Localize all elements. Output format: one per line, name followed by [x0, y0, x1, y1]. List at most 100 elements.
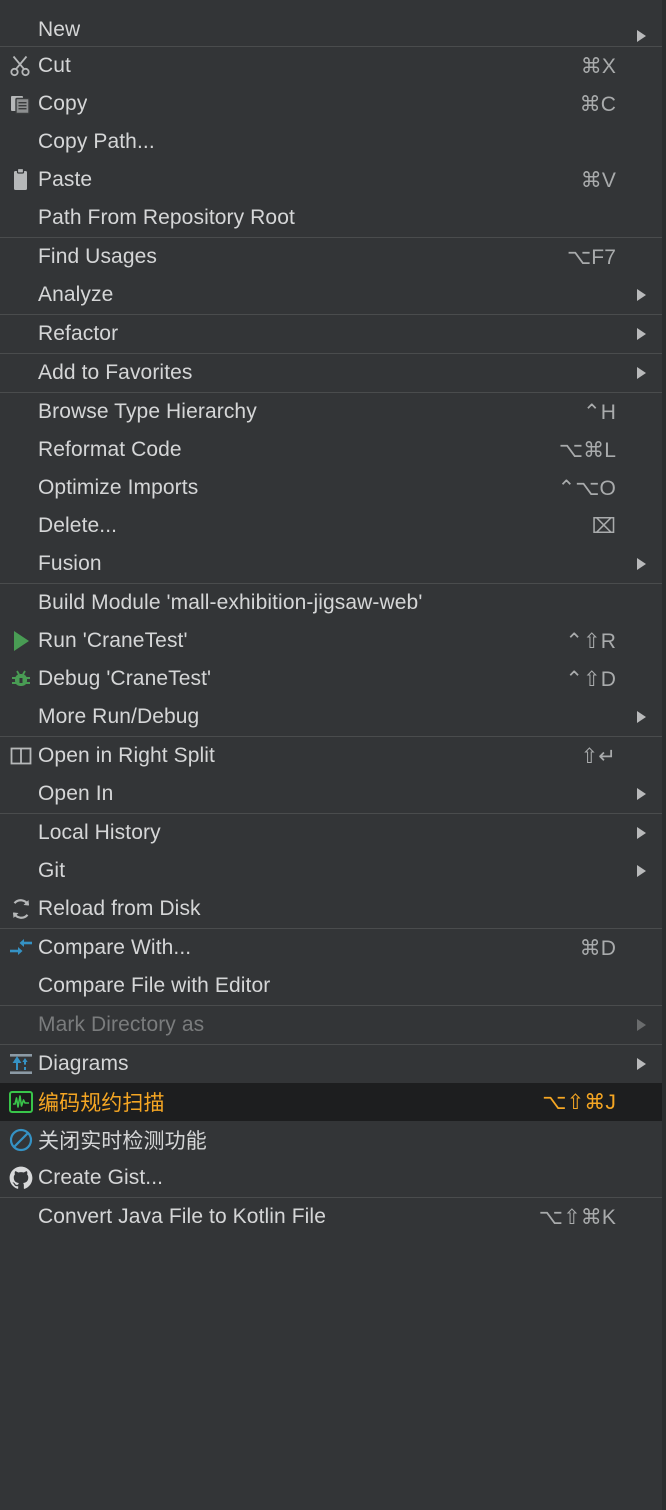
no-icon	[4, 397, 38, 427]
github-icon	[4, 1163, 38, 1193]
menu-item-copy-path[interactable]: Copy Path...	[0, 123, 662, 161]
menu-item-label: New	[38, 18, 81, 41]
menu-item-label: Diagrams	[38, 1052, 129, 1075]
menu-item-label: Open in Right Split	[38, 744, 215, 767]
menu-item-label: Open In	[38, 782, 114, 805]
menu-item-create-gist[interactable]: Create Gist...	[0, 1159, 662, 1197]
menu-item-label: Browse Type Hierarchy	[38, 400, 257, 423]
menu-item-shortcut: ⌥⇧⌘J	[542, 1090, 616, 1114]
menu-item-git[interactable]: Git	[0, 852, 662, 890]
no-icon	[4, 473, 38, 503]
menu-item-shortcut: ⌥⌘L	[558, 438, 616, 462]
no-icon	[4, 127, 38, 157]
no-icon	[4, 856, 38, 886]
submenu-arrow-icon	[634, 865, 648, 877]
menu-item-label: Convert Java File to Kotlin File	[38, 1205, 326, 1228]
no-icon	[4, 319, 38, 349]
submenu-arrow-icon	[634, 367, 648, 379]
menu-item-find-usages[interactable]: Find Usages ⌥F7	[0, 238, 662, 276]
menu-item-debug-cranetest[interactable]: Debug 'CraneTest' ⌃⇧D	[0, 660, 662, 698]
menu-item-shortcut: ⌃⇧D	[565, 667, 616, 691]
submenu-arrow-icon	[634, 711, 648, 723]
menu-item-convert-java-to-kotlin[interactable]: Convert Java File to Kotlin File ⌥⇧⌘K	[0, 1198, 662, 1236]
menu-item-delete[interactable]: Delete... ⌧	[0, 507, 662, 545]
menu-item-build-module[interactable]: Build Module 'mall-exhibition-jigsaw-web…	[0, 584, 662, 622]
menu-group-group-refactor: Refactor	[0, 315, 662, 353]
run-icon	[4, 626, 38, 656]
menu-item-label: Debug 'CraneTest'	[38, 667, 212, 690]
menu-item-label: Fusion	[38, 552, 102, 575]
menu-item-copy[interactable]: Copy ⌘C	[0, 85, 662, 123]
menu-item-label: Add to Favorites	[38, 361, 193, 384]
menu-item-fusion[interactable]: Fusion	[0, 545, 662, 583]
menu-item-code-convention-scan[interactable]: 编码规约扫描 ⌥⇧⌘J	[0, 1083, 662, 1121]
menu-item-mark-directory-as: Mark Directory as	[0, 1006, 662, 1044]
no-icon	[4, 280, 38, 310]
debug-icon	[4, 664, 38, 694]
menu-item-label: Refactor	[38, 322, 119, 345]
menu-item-label: Reformat Code	[38, 438, 182, 461]
compare-icon	[4, 933, 38, 963]
menu-group-group-mark: Mark Directory as	[0, 1006, 662, 1044]
menu-item-label: 编码规约扫描	[38, 1092, 165, 1115]
no-icon	[4, 818, 38, 848]
no-icon	[4, 203, 38, 233]
menu-item-label: Compare File with Editor	[38, 974, 271, 997]
menu-item-shortcut: ⌃H	[583, 400, 616, 424]
block-icon	[4, 1125, 38, 1155]
context-menu[interactable]: New Cut ⌘X Copy ⌘C Copy Path... Paste ⌘V Path Fr…	[0, 0, 666, 1510]
menu-item-shortcut: ⌘D	[579, 936, 616, 960]
submenu-arrow-icon	[634, 289, 648, 301]
menu-item-shortcut: ⌥F7	[566, 245, 616, 269]
submenu-arrow-icon	[634, 30, 648, 42]
menu-item-label: Optimize Imports	[38, 476, 199, 499]
menu-item-paste[interactable]: Paste ⌘V	[0, 161, 662, 199]
menu-item-refactor[interactable]: Refactor	[0, 315, 662, 353]
menu-group-group-compare: Compare With... ⌘D Compare File with Edito…	[0, 929, 662, 1005]
copy-icon	[4, 89, 38, 119]
menu-item-label: 关闭实时检测功能	[38, 1130, 207, 1153]
menu-item-local-history[interactable]: Local History	[0, 814, 662, 852]
menu-item-shortcut: ⌥⇧⌘K	[538, 1205, 616, 1229]
menu-group-group-kotlin: Convert Java File to Kotlin File ⌥⇧⌘K	[0, 1198, 662, 1236]
menu-item-open-in[interactable]: Open In	[0, 775, 662, 813]
menu-item-shortcut: ⌃⇧R	[565, 629, 616, 653]
menu-item-label: Copy	[38, 92, 88, 115]
menu-item-compare-file-with-editor[interactable]: Compare File with Editor	[0, 967, 662, 1005]
menu-item-shortcut: ⌘C	[579, 92, 616, 116]
menu-item-disable-realtime-inspection[interactable]: 关闭实时检测功能	[0, 1121, 662, 1159]
reload-icon	[4, 894, 38, 924]
menu-group-group-code: Browse Type Hierarchy ⌃H Reformat Code ⌥⌘L O…	[0, 393, 662, 583]
menu-item-more-run-debug[interactable]: More Run/Debug	[0, 698, 662, 736]
menu-item-new[interactable]: New	[0, 0, 662, 46]
menu-item-reload-from-disk[interactable]: Reload from Disk	[0, 890, 662, 928]
menu-item-open-in-right-split[interactable]: Open in Right Split ⇧↵	[0, 737, 662, 775]
clipboard-icon	[4, 165, 38, 195]
no-icon	[4, 511, 38, 541]
menu-item-diagrams[interactable]: Diagrams	[0, 1045, 662, 1083]
menu-item-cut[interactable]: Cut ⌘X	[0, 47, 662, 85]
menu-group-group-run: Build Module 'mall-exhibition-jigsaw-web…	[0, 584, 662, 736]
menu-item-label: More Run/Debug	[38, 705, 200, 728]
menu-group-group-vcs: Local History Git Reload from Disk	[0, 814, 662, 928]
menu-item-optimize-imports[interactable]: Optimize Imports ⌃⌥O	[0, 469, 662, 507]
menu-item-add-to-favorites[interactable]: Add to Favorites	[0, 354, 662, 392]
menu-item-analyze[interactable]: Analyze	[0, 276, 662, 314]
no-icon	[4, 1202, 38, 1232]
menu-group-group-open: Open in Right Split ⇧↵ Open In	[0, 737, 662, 813]
menu-item-browse-type-hierarchy[interactable]: Browse Type Hierarchy ⌃H	[0, 393, 662, 431]
menu-group-group-clipboard: Cut ⌘X Copy ⌘C Copy Path... Paste ⌘V Path From …	[0, 47, 662, 237]
menu-item-label: Compare With...	[38, 936, 192, 959]
submenu-arrow-icon	[634, 558, 648, 570]
menu-item-path-from-repository-root[interactable]: Path From Repository Root	[0, 199, 662, 237]
menu-item-label: Find Usages	[38, 245, 157, 268]
menu-item-label: Analyze	[38, 283, 114, 306]
submenu-arrow-icon	[634, 827, 648, 839]
menu-item-reformat-code[interactable]: Reformat Code ⌥⌘L	[0, 431, 662, 469]
menu-item-run-cranetest[interactable]: Run 'CraneTest' ⌃⇧R	[0, 622, 662, 660]
submenu-arrow-icon	[634, 1058, 648, 1070]
menu-group-group-new: New	[0, 0, 662, 46]
menu-item-label: Build Module 'mall-exhibition-jigsaw-web…	[38, 591, 423, 614]
menu-item-compare-with[interactable]: Compare With... ⌘D	[0, 929, 662, 967]
menu-group-group-find: Find Usages ⌥F7 Analyze	[0, 238, 662, 314]
